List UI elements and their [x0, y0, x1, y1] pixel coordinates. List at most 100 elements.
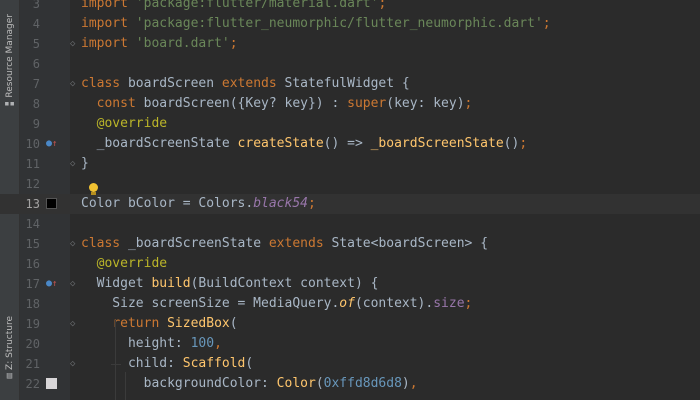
fold-marker-icon[interactable]: ◇	[70, 278, 75, 290]
code-line[interactable]: 20 height: 100,	[0, 334, 700, 354]
code-text[interactable]: Widget build(BuildContext context) {	[81, 274, 379, 294]
fold-marker-icon[interactable]: ◇	[70, 38, 75, 50]
code-line[interactable]: 6	[0, 54, 700, 74]
indent-guide-connector	[111, 364, 121, 365]
code-text[interactable]: }	[81, 154, 89, 174]
code-token: @override	[96, 116, 168, 131]
ide-window: Resource Manager ▪▪ Z: Structure ▤ 3 impo…	[0, 0, 700, 400]
fold-marker-icon[interactable]: ◇	[70, 238, 75, 250]
code-token: () =>	[323, 136, 371, 151]
code-line[interactable]: 19 ◇ return SizedBox(	[0, 314, 700, 334]
code-text[interactable]: class boardScreen extends StatefulWidget…	[81, 74, 410, 94]
code-token: ;	[542, 16, 551, 31]
code-token: import	[81, 16, 136, 31]
code-line[interactable]: 12	[0, 174, 700, 194]
code-text[interactable]: backgroundColor: Color(0xffd8d6d8),	[81, 374, 418, 394]
code-token: build	[151, 276, 191, 291]
code-line[interactable]: 8 const boardScreen({Key? key}) : super(…	[0, 94, 700, 114]
line-number[interactable]: 17	[20, 274, 40, 294]
code-line[interactable]: 9 @override	[0, 114, 700, 134]
line-number[interactable]: 9	[20, 114, 40, 134]
line-number[interactable]: 16	[20, 254, 40, 274]
line-number[interactable]: 12	[20, 174, 40, 194]
code-line[interactable]: 3 import 'package:flutter/material.dart';	[0, 0, 700, 14]
code-text[interactable]: _boardScreenState createState() => _boar…	[81, 134, 528, 154]
line-number[interactable]: 20	[20, 334, 40, 354]
line-number[interactable]: 4	[20, 14, 40, 34]
line-number[interactable]: 15	[20, 234, 40, 254]
code-text[interactable]: import 'package:flutter_neumorphic/flutt…	[81, 14, 551, 34]
code-token: ()	[503, 136, 520, 151]
code-text[interactable]: height: 100,	[81, 334, 222, 354]
code-text[interactable]: @override	[81, 254, 167, 274]
code-text[interactable]: @override	[81, 114, 167, 134]
line-number[interactable]: 6	[20, 54, 40, 74]
code-line[interactable]: 14	[0, 214, 700, 234]
code-line[interactable]: 22 backgroundColor: Color(0xffd8d6d8),	[0, 374, 700, 394]
code-token: class	[81, 236, 128, 251]
code-line[interactable]: 17 ◇ ●↑ Widget build(BuildContext context)…	[0, 274, 700, 294]
code-token: ;	[378, 0, 387, 11]
code-line[interactable]: 4 import 'package:flutter_neumorphic/flut…	[0, 14, 700, 34]
code-token: return	[112, 316, 168, 331]
code-text[interactable]: import 'package:flutter/material.dart';	[81, 0, 386, 14]
line-number[interactable]: 18	[20, 294, 40, 314]
code-text[interactable]: import 'board.dart';	[81, 34, 238, 54]
code-line[interactable]: 21 ◇ child: Scaffold(	[0, 354, 700, 374]
lightbulb-icon[interactable]	[89, 183, 98, 192]
code-line[interactable]: 5 ◇ import 'board.dart';	[0, 34, 700, 54]
color-swatch[interactable]	[46, 378, 57, 389]
code-line[interactable]: 11 ◇}	[0, 154, 700, 174]
line-number[interactable]: 21	[20, 354, 40, 374]
line-number[interactable]: 10	[20, 134, 40, 154]
line-number[interactable]: 19	[20, 314, 40, 334]
code-line[interactable]: 16 @override	[0, 254, 700, 274]
code-token: of	[339, 296, 355, 311]
code-token: createState	[237, 136, 324, 151]
fold-marker-icon[interactable]: ◇	[70, 318, 75, 330]
code-text[interactable]: return SizedBox(	[81, 314, 237, 334]
code-token: class	[81, 76, 128, 91]
line-number[interactable]: 14	[20, 214, 40, 234]
override-method-icon[interactable]: ●↑	[46, 278, 57, 290]
fold-marker-icon[interactable]: ◇	[70, 358, 75, 370]
line-number[interactable]: 13	[20, 194, 40, 214]
code-token: ;	[307, 196, 316, 211]
code-token: (key: key)	[386, 96, 465, 111]
code-token: @override	[96, 256, 168, 271]
code-text[interactable]: class _boardScreenState extends State<bo…	[81, 234, 488, 254]
line-number[interactable]: 11	[20, 154, 40, 174]
code-token: boardScreen	[127, 76, 222, 91]
code-token: boardScreen({Key? key}) :	[143, 96, 348, 111]
code-text[interactable]: child: Scaffold(	[81, 354, 253, 374]
code-token: SizedBox	[167, 316, 230, 331]
code-line[interactable]: 7 ◇ class boardScreen extends StatefulWidg…	[0, 74, 700, 94]
line-number[interactable]: 22	[20, 374, 40, 394]
code-token: child:	[81, 356, 183, 371]
fold-marker-icon[interactable]: ◇	[70, 158, 75, 170]
line-number[interactable]: 3	[20, 0, 40, 14]
code-text[interactable]: const boardScreen({Key? key}) : super(ke…	[81, 94, 473, 114]
line-number[interactable]: 5	[20, 34, 40, 54]
code-text[interactable]: Size screenSize = MediaQuery.of(context)…	[81, 294, 472, 314]
code-line[interactable]: 13 Color bColor = Colors.black54;	[0, 194, 700, 214]
code-token: (	[315, 376, 324, 391]
line-number[interactable]: 8	[20, 94, 40, 114]
override-method-icon[interactable]: ●↑	[46, 138, 57, 150]
code-line[interactable]: 10 ●↑ _boardScreenState createState() => …	[0, 134, 700, 154]
code-token: extends	[268, 236, 332, 251]
code-token: Size screenSize = MediaQuery.	[81, 296, 340, 311]
code-token: )	[401, 376, 410, 391]
code-token: 'package:flutter_neumorphic/flutter_neum…	[135, 16, 543, 31]
lightbulb-base	[91, 192, 96, 195]
code-line[interactable]: 15 ◇ class _boardScreenState extends State…	[0, 234, 700, 254]
code-line[interactable]: 18 Size screenSize = MediaQuery.of(conte…	[0, 294, 700, 314]
fold-marker-icon[interactable]: ◇	[70, 78, 75, 90]
code-token: (BuildContext context) {	[190, 276, 379, 291]
color-swatch[interactable]	[46, 198, 57, 209]
code-token: Widget	[81, 276, 152, 291]
line-number[interactable]: 7	[20, 74, 40, 94]
code-text[interactable]: Color bColor = Colors.black54;	[81, 194, 316, 214]
